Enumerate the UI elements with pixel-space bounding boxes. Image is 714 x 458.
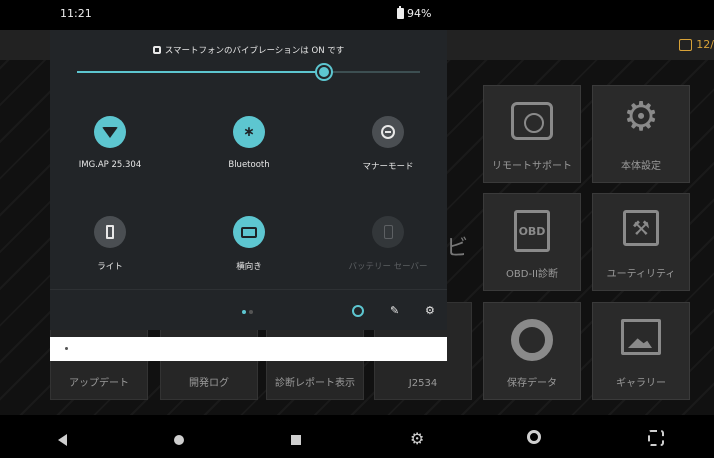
vibrate-icon	[152, 46, 161, 54]
bluetooth-label: Bluetooth	[228, 160, 270, 170]
calendar-icon	[679, 38, 693, 51]
utility-icon: ⚒	[623, 210, 659, 246]
gear-icon: ⚙	[623, 94, 659, 140]
flashlight-label: ライト	[97, 262, 123, 272]
gallery-icon	[621, 319, 661, 355]
battery-level: 94%	[407, 7, 432, 20]
saved-data-icon	[511, 319, 553, 361]
qs-tile-rotation[interactable]: 横向き	[189, 216, 309, 272]
qs-tile-manner-mode[interactable]: マナーモード	[328, 116, 448, 172]
screenshot-icon[interactable]	[648, 430, 664, 446]
page-indicator-active	[242, 310, 246, 314]
flashlight-icon	[94, 216, 126, 248]
back-icon[interactable]	[58, 434, 67, 446]
status-battery: 94%	[397, 6, 432, 20]
home-icon[interactable]	[174, 435, 184, 445]
tile-remote-support[interactable]: リモートサポート	[483, 85, 581, 183]
status-bar: 11:21 94%	[0, 0, 714, 30]
manner-mode-label: マナーモード	[362, 162, 414, 172]
remote-support-icon	[511, 102, 553, 140]
notification-bar[interactable]	[50, 337, 447, 361]
quick-settings-footer: ✎ ⚙	[50, 289, 447, 330]
tile-utility[interactable]: ⚒ ユーティリティ	[592, 193, 690, 291]
bluetooth-icon: ∗	[233, 116, 265, 148]
navigation-bar: ⚙	[0, 420, 714, 458]
settings-gear-icon[interactable]: ⚙	[425, 304, 435, 317]
edit-pencil-icon[interactable]: ✎	[390, 304, 399, 317]
tile-saved-data[interactable]: 保存データ	[483, 302, 581, 400]
page-indicator-inactive	[249, 310, 253, 314]
qs-tile-wifi[interactable]: IMG.AP 25.304	[50, 116, 170, 170]
qs-tile-bluetooth[interactable]: ∗ Bluetooth	[189, 116, 309, 170]
brightness-thumb[interactable]	[316, 65, 331, 79]
brightness-slider[interactable]	[77, 65, 420, 79]
wifi-network-label: IMG.AP 25.304	[78, 160, 142, 170]
obd-icon: OBD	[514, 210, 550, 252]
rotate-icon	[233, 216, 265, 248]
tile-gallery[interactable]: ギャラリー	[592, 302, 690, 400]
browser-icon[interactable]	[527, 430, 541, 444]
vibration-status: スマートフォンのバイブレーションは ON です	[50, 44, 447, 56]
settings-icon[interactable]: ⚙	[410, 429, 424, 448]
qs-tile-battery-saver[interactable]: バッテリー セーバー	[328, 216, 448, 272]
date-display: 12/	[679, 38, 714, 51]
tile-obd-diagnosis[interactable]: OBD OBD-II診断	[483, 193, 581, 291]
tile-device-settings[interactable]: ⚙ 本体設定	[592, 85, 690, 183]
battery-saver-icon	[372, 216, 404, 248]
battery-icon	[397, 6, 404, 19]
brightness-fill	[77, 71, 324, 73]
notification-dot	[65, 347, 68, 350]
battery-saver-label: バッテリー セーバー	[348, 262, 428, 272]
recent-apps-icon[interactable]	[291, 435, 301, 445]
quick-settings-panel: スマートフォンのバイブレーションは ON です IMG.AP 25.304 ∗ …	[50, 30, 447, 330]
partial-tile-text: ビ	[446, 236, 469, 261]
rotation-label: 横向き	[236, 262, 262, 272]
user-icon[interactable]	[352, 305, 364, 317]
qs-tile-flashlight[interactable]: ライト	[50, 216, 170, 272]
status-time: 11:21	[60, 7, 92, 20]
do-not-disturb-icon	[372, 116, 404, 148]
wifi-icon	[94, 116, 126, 148]
